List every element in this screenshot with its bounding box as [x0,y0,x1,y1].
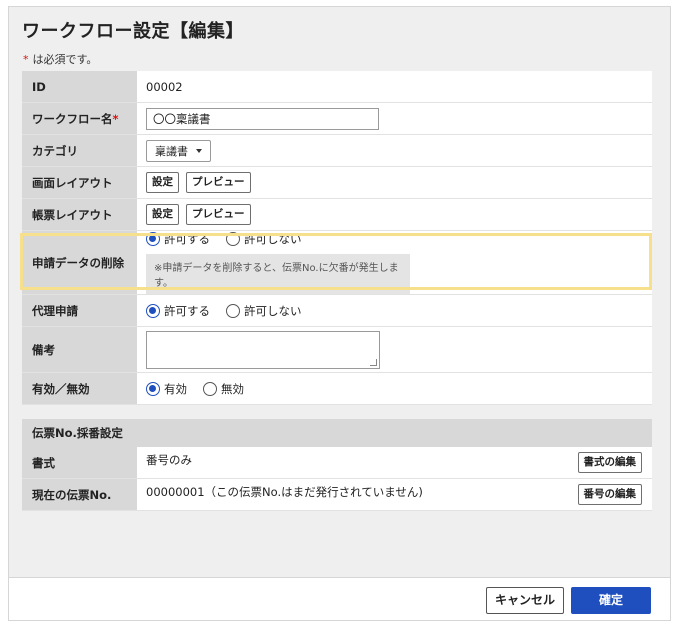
edit-number-button[interactable]: 番号の編集 [577,484,642,505]
numbering-table: 書式 番号のみ 書式の編集 現在の伝票No. 00000001（この伝票No.はま… [22,447,652,511]
row-slip-layout: 帳票レイアウト 設定 プレビュー [22,199,652,231]
cancel-button[interactable]: キャンセル [486,587,564,614]
category-selected-value: 稟議書 [155,144,188,158]
row-active: 有効／無効 有効 無効 [22,373,652,405]
row-delete-request: 申請データの削除 許可する 許可しない ※申請データを削除すると、伝票No.に欠… [22,231,652,295]
row-proxy: 代理申請 許可する 許可しない [22,295,652,327]
format-label: 書式 [22,447,137,479]
option-label: 許可する [164,232,210,246]
delete-request-radio-group: 許可する 許可しない [146,231,652,247]
row-name: ワークフロー名* 〇〇稟議書 [22,103,652,135]
row-current-number: 現在の伝票No. 00000001（この伝票No.はまだ発行されていません) 番号… [22,479,652,511]
format-value: 番号のみ [146,453,192,467]
edit-format-button[interactable]: 書式の編集 [577,452,642,473]
id-label: ID [22,71,137,103]
required-mark: * [23,53,29,66]
remarks-label: 備考 [22,327,137,373]
radio-checked-icon[interactable] [146,381,160,396]
screen-layout-label: 画面レイアウト [22,167,137,199]
numbering-section-heading: 伝票No.採番設定 [22,419,652,447]
row-remarks: 備考 [22,327,652,373]
current-number-value: 00000001（この伝票No.はまだ発行されていません) [146,485,423,499]
row-category: カテゴリ 稟議書 [22,135,652,167]
screen-layout-settings-button[interactable]: 設定 [146,172,179,193]
category-select[interactable]: 稟議書 [146,139,211,162]
delete-request-label: 申請データの削除 [22,231,137,295]
delete-request-note: ※申請データを削除すると、伝票No.に欠番が発生します。 [146,254,410,294]
option-label: 無効 [221,381,244,396]
proxy-radio-group: 許可する 許可しない [146,303,652,319]
current-number-label: 現在の伝票No. [22,479,137,511]
active-label: 有効／無効 [22,373,137,405]
proxy-deny-option[interactable]: 許可しない [226,303,302,319]
required-note: * は必須です。 [23,51,97,67]
radio-unchecked-icon[interactable] [226,303,240,318]
workflow-settings-panel: ワークフロー設定【編集】 * は必須です。 ID 00002 ワークフロー名* 〇… [8,6,671,621]
slip-layout-preview-button[interactable]: プレビュー [186,204,251,225]
proxy-allow-option[interactable]: 許可する [146,303,210,319]
active-disabled-option[interactable]: 無効 [203,381,244,397]
workflow-form: ID 00002 ワークフロー名* 〇〇稟議書 カテゴリ 稟議書 画面レイアウト… [22,71,652,405]
name-label-text: ワークフロー名 [32,111,113,126]
required-note-text: は必須です。 [32,53,98,66]
option-label: 許可する [164,303,210,318]
slip-layout-label: 帳票レイアウト [22,199,137,231]
active-radio-group: 有効 無効 [146,381,652,397]
category-label: カテゴリ [22,135,137,167]
option-label: 許可しない [244,303,302,318]
radio-unchecked-icon[interactable] [203,381,217,396]
screen-layout-preview-button[interactable]: プレビュー [186,172,251,193]
page-title: ワークフロー設定【編集】 [22,21,244,42]
proxy-label: 代理申請 [22,295,137,327]
row-id: ID 00002 [22,71,652,103]
id-value: 00002 [137,71,652,103]
workflow-name-input[interactable]: 〇〇稟議書 [146,107,379,130]
remarks-textarea[interactable] [146,330,380,369]
footer-bar: キャンセル 確定 [9,577,670,620]
caret-down-icon [196,148,202,153]
active-enabled-option[interactable]: 有効 [146,381,187,397]
option-label: 許可しない [244,232,302,246]
required-mark: * [112,111,119,126]
row-format: 書式 番号のみ 書式の編集 [22,447,652,479]
radio-checked-icon[interactable] [146,232,160,246]
name-label: ワークフロー名* [22,103,137,135]
delete-allow-option[interactable]: 許可する [146,231,210,247]
radio-checked-icon[interactable] [146,303,160,318]
radio-unchecked-icon[interactable] [226,232,240,246]
option-label: 有効 [164,381,187,396]
slip-layout-settings-button[interactable]: 設定 [146,204,179,225]
row-screen-layout: 画面レイアウト 設定 プレビュー [22,167,652,199]
delete-deny-option[interactable]: 許可しない [226,231,302,247]
confirm-button[interactable]: 確定 [571,587,651,614]
